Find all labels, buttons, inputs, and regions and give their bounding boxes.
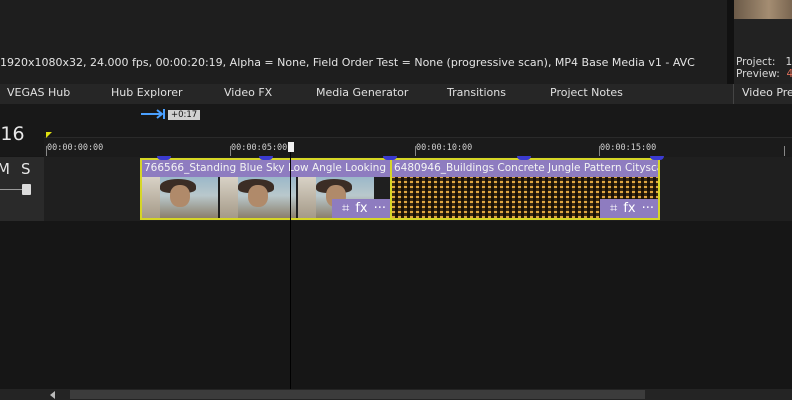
- ruler-label-0: 00:00:00:00: [47, 143, 104, 153]
- ruler-label-15: 00:00:15:00: [600, 143, 657, 153]
- tab-video-preview[interactable]: Video Prev: [742, 84, 792, 104]
- tab-separator: [733, 84, 734, 104]
- track-level-slider-knob[interactable]: [22, 184, 31, 195]
- preview-stats: Project: 19 Preview: 48: [736, 56, 792, 80]
- ruler-tick: [784, 146, 785, 156]
- preview-value: 48: [786, 68, 792, 80]
- project-value: 19: [785, 56, 792, 68]
- time-display: :16: [0, 123, 25, 145]
- crop-icon[interactable]: ⌗: [342, 201, 349, 216]
- mute-button[interactable]: M: [0, 160, 10, 178]
- clip-frame: [142, 177, 218, 218]
- clip-fade-handle[interactable]: [517, 156, 531, 160]
- project-label: Project:: [736, 56, 776, 68]
- tab-video-fx[interactable]: Video FX: [224, 84, 272, 104]
- track-level-slider[interactable]: [0, 189, 22, 190]
- in-point-marker[interactable]: [46, 132, 52, 138]
- more-icon[interactable]: ···: [374, 201, 386, 216]
- clip-fx-badge[interactable]: ⌗ fx ···: [599, 199, 658, 218]
- playhead-line[interactable]: [290, 145, 291, 390]
- preview-label: Preview:: [736, 68, 780, 80]
- media-pane: [0, 0, 727, 84]
- fx-button[interactable]: fx: [623, 201, 635, 216]
- solo-button[interactable]: S: [21, 160, 31, 178]
- tab-project-notes[interactable]: Project Notes: [550, 84, 623, 104]
- timeline-empty-area[interactable]: [0, 221, 792, 389]
- clip-title: 766566_Standing Blue Sky Low Angle Looki…: [142, 160, 390, 177]
- fx-button[interactable]: fx: [355, 201, 367, 216]
- scrollbar-thumb[interactable]: [70, 390, 645, 399]
- tab-hub-explorer[interactable]: Hub Explorer: [111, 84, 183, 104]
- tab-vegas-hub[interactable]: VEGAS Hub: [7, 84, 70, 104]
- loop-length-label: +0:17: [168, 110, 201, 120]
- tab-transitions[interactable]: Transitions: [447, 84, 506, 104]
- clip-title: 6480946_Buildings Concrete Jungle Patter…: [392, 160, 658, 177]
- window-tab-bar: VEGAS Hub Hub Explorer Video FX Media Ge…: [0, 84, 792, 104]
- playhead-handle[interactable]: [288, 142, 294, 152]
- clip-fade-handle[interactable]: [157, 156, 171, 160]
- clip-frame: [220, 177, 296, 218]
- scroll-left-icon[interactable]: [50, 391, 55, 399]
- media-info-text: 1920x1080x32, 24.000 fps, 00:00:20:19, A…: [0, 56, 695, 69]
- preview-pane: Project: 19 Preview: 48: [734, 0, 792, 84]
- loop-region-arrow-icon[interactable]: [141, 109, 165, 119]
- pane-divider[interactable]: [727, 0, 734, 84]
- video-clip-buildings-cityscape[interactable]: 6480946_Buildings Concrete Jungle Patter…: [390, 158, 660, 220]
- clip-fade-handle[interactable]: [650, 156, 664, 160]
- ruler-label-5: 00:00:05:00: [231, 143, 288, 153]
- clip-fade-handle[interactable]: [383, 156, 397, 160]
- more-icon[interactable]: ···: [642, 201, 654, 216]
- clip-fade-handle[interactable]: [259, 156, 273, 160]
- ruler-label-10: 00:00:10:00: [416, 143, 473, 153]
- preview-thumbnail: [734, 0, 792, 19]
- tab-media-generator[interactable]: Media Generator: [316, 84, 408, 104]
- clip-fx-badge[interactable]: ⌗ fx ···: [331, 199, 390, 218]
- crop-icon[interactable]: ⌗: [610, 201, 617, 216]
- video-clip-standing-blue-sky[interactable]: 766566_Standing Blue Sky Low Angle Looki…: [140, 158, 392, 220]
